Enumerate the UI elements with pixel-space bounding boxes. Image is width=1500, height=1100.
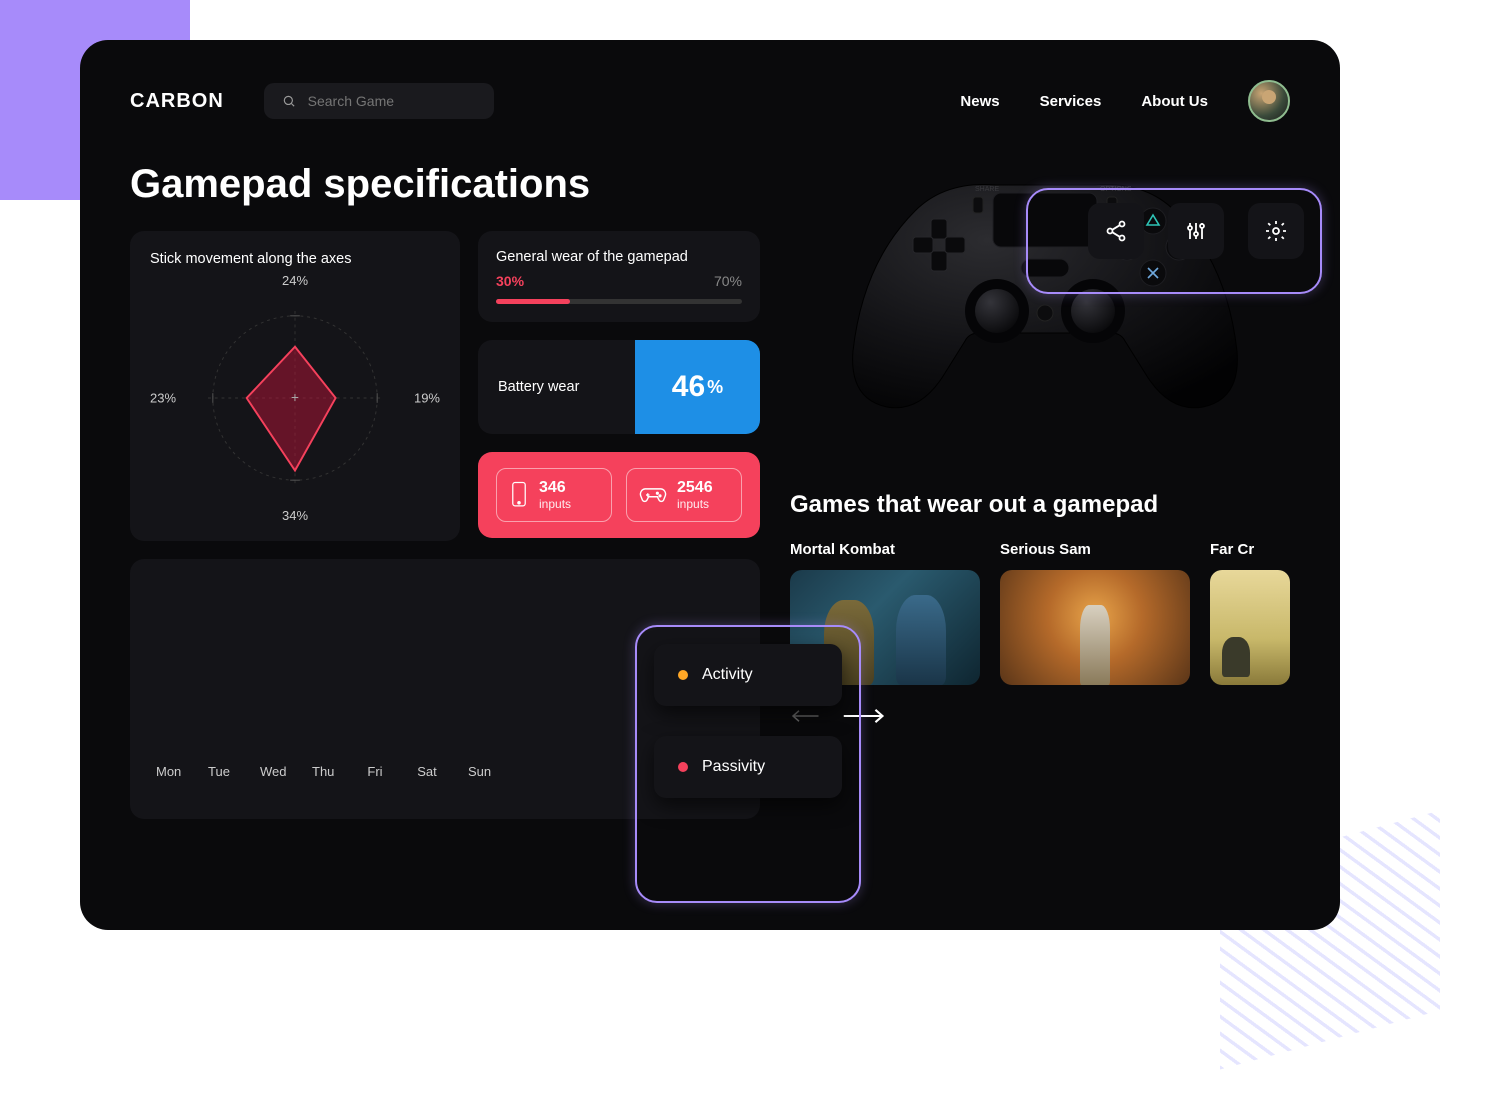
carousel-arrows xyxy=(790,707,1290,725)
input-box-gamepad: 2546 inputs xyxy=(626,468,742,522)
activity-days: Mon Tue Wed Thu Fri Sat Sun xyxy=(156,764,734,779)
gear-icon xyxy=(1264,219,1288,243)
games-section-title: Games that wear out a gamepad xyxy=(790,491,1290,519)
day-label: Mon xyxy=(156,764,178,779)
legend-dot-activity xyxy=(678,670,688,680)
svg-text:SHARE: SHARE xyxy=(975,186,999,193)
app-window: CARBON News Services About Us Gamepad sp… xyxy=(80,40,1340,930)
wear-card-title: General wear of the gamepad xyxy=(496,249,742,265)
game-item[interactable]: Far Cr xyxy=(1210,541,1290,685)
battery-card: Battery wear 46% xyxy=(478,340,760,434)
phone-inputs-value: 346 xyxy=(539,479,571,497)
games-row: Mortal Kombat Serious Sam Far Cr xyxy=(790,541,1290,685)
wear-progress xyxy=(496,299,742,304)
wear-progress-fill xyxy=(496,299,570,304)
gamepad-inputs-label: inputs xyxy=(677,497,713,511)
stick-movement-card: Stick movement along the axes 24% 19% 34… xyxy=(130,231,460,541)
gamepad-icon xyxy=(639,484,667,506)
share-button[interactable] xyxy=(1088,203,1144,259)
legend-dot-passivity xyxy=(678,762,688,772)
legend-activity-button[interactable]: Activity xyxy=(654,644,842,706)
input-box-phone: 346 inputs xyxy=(496,468,612,522)
svg-text:OPTIONS: OPTIONS xyxy=(1100,186,1132,193)
search-icon xyxy=(282,93,296,109)
day-label: Wed xyxy=(260,764,282,779)
legend-activity-label: Activity xyxy=(702,666,753,684)
legend-passivity-button[interactable]: Passivity xyxy=(654,736,842,798)
controller-image: SHARE OPTIONS xyxy=(775,101,1315,471)
game-thumb xyxy=(1000,570,1190,685)
radar-chart: 24% 19% 34% 23% + xyxy=(150,273,440,523)
sliders-icon xyxy=(1184,219,1208,243)
inputs-card: 346 inputs 2546 inputs xyxy=(478,452,760,538)
games-section: Games that wear out a gamepad Mortal Kom… xyxy=(790,491,1290,725)
phone-icon xyxy=(509,481,529,509)
tool-row xyxy=(1088,203,1304,259)
phone-inputs-label: inputs xyxy=(539,497,571,511)
radar-label-right: 19% xyxy=(414,391,440,406)
svg-text:+: + xyxy=(291,390,299,405)
radar-label-left: 23% xyxy=(150,391,176,406)
day-label: Sat xyxy=(416,764,438,779)
search-box[interactable] xyxy=(264,83,494,119)
day-label: Sun xyxy=(468,764,490,779)
legend-passivity-label: Passivity xyxy=(702,758,765,776)
game-name: Serious Sam xyxy=(1000,541,1190,558)
wear-card: General wear of the gamepad 30% 70% xyxy=(478,231,760,322)
share-icon xyxy=(1104,219,1128,243)
activity-bars xyxy=(156,581,734,746)
game-thumb xyxy=(1210,570,1290,685)
arrow-right-icon[interactable] xyxy=(842,707,886,725)
brand-logo: CARBON xyxy=(130,90,224,113)
day-label: Thu xyxy=(312,764,334,779)
wear-low-value: 30% xyxy=(496,273,524,289)
radar-svg: + xyxy=(150,273,440,523)
battery-value-number: 46 xyxy=(672,370,705,404)
radar-label-bottom: 34% xyxy=(282,508,308,523)
battery-label: Battery wear xyxy=(478,340,617,434)
day-label: Fri xyxy=(364,764,386,779)
stick-card-title: Stick movement along the axes xyxy=(150,251,440,267)
radar-label-top: 24% xyxy=(282,273,308,288)
battery-value: 46% xyxy=(635,340,760,434)
equalizer-button[interactable] xyxy=(1168,203,1224,259)
wear-high-value: 70% xyxy=(714,273,742,289)
game-name: Mortal Kombat xyxy=(790,541,980,558)
day-label: Tue xyxy=(208,764,230,779)
legend-popup: Activity Passivity xyxy=(654,644,842,798)
battery-percent-sign: % xyxy=(707,377,723,398)
gamepad-inputs-value: 2546 xyxy=(677,479,713,497)
game-name: Far Cr xyxy=(1210,541,1290,558)
game-item[interactable]: Serious Sam xyxy=(1000,541,1190,685)
search-input[interactable] xyxy=(308,93,476,109)
settings-button[interactable] xyxy=(1248,203,1304,259)
